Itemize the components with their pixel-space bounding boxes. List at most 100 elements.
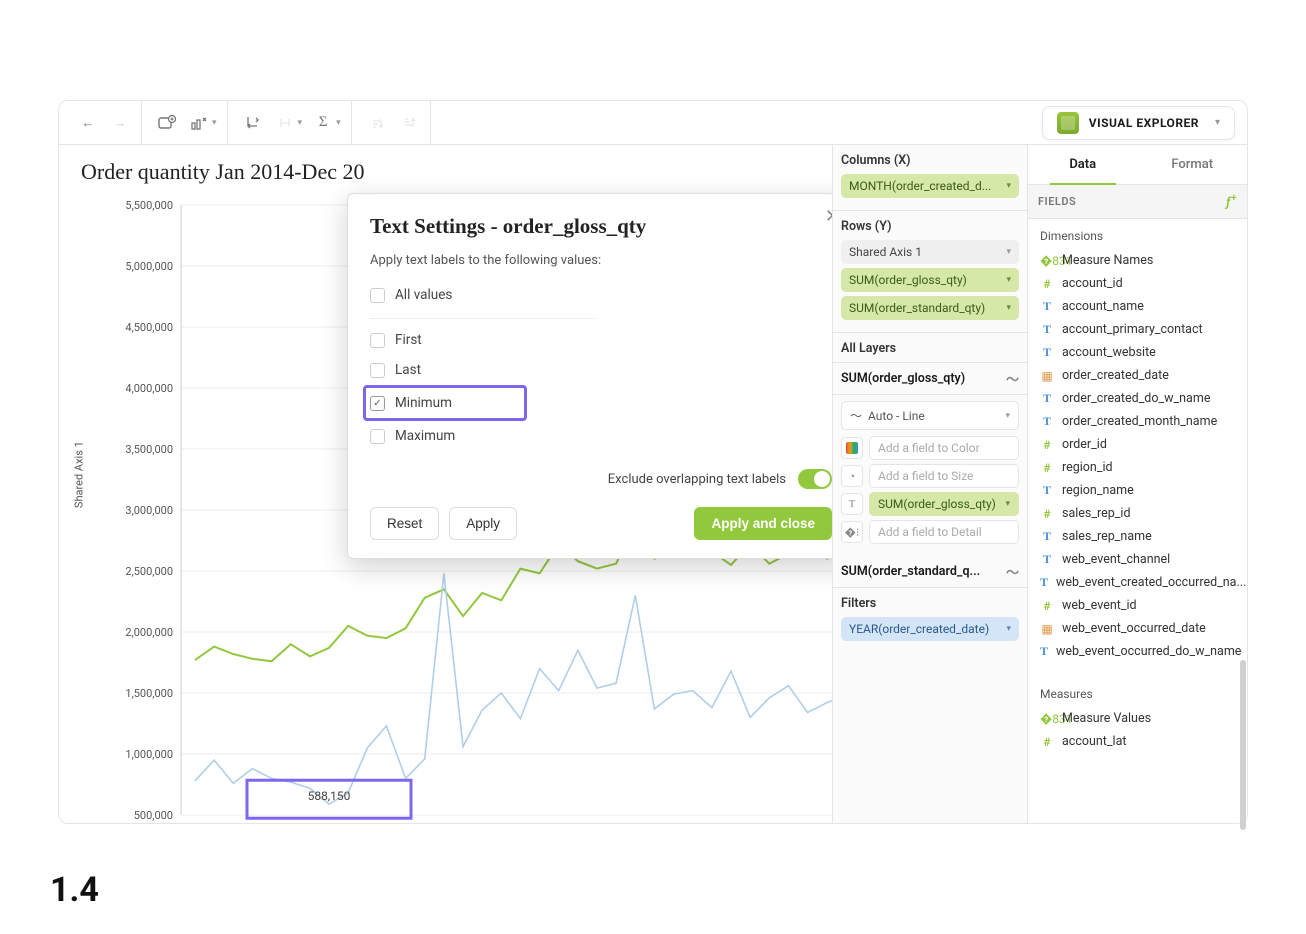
reset-button[interactable]: Reset xyxy=(370,507,439,540)
checkbox-minimum-highlight: Minimum xyxy=(363,385,527,421)
visual-explorer-button[interactable]: VISUAL EXPLORER ▾ xyxy=(1042,106,1235,140)
modal-subtitle: Apply text labels to the following value… xyxy=(370,253,832,268)
apply-button[interactable]: Apply xyxy=(449,507,517,540)
fit-icon[interactable] xyxy=(270,108,300,138)
checkbox-all-values[interactable]: All values xyxy=(370,280,595,310)
sort-asc-icon[interactable] xyxy=(362,108,392,138)
field-order_created_month_name[interactable]: Torder_created_month_name xyxy=(1028,410,1247,433)
rows-title: Rows (Y) xyxy=(841,219,1019,234)
checkbox-last[interactable]: Last xyxy=(370,355,832,385)
field-account_lat[interactable]: #account_lat xyxy=(1028,730,1247,753)
forward-button[interactable]: → xyxy=(105,108,135,138)
step-label: 1.4 xyxy=(50,870,99,910)
field-account_website[interactable]: Taccount_website xyxy=(1028,341,1247,364)
svg-text:500,000: 500,000 xyxy=(134,809,173,822)
svg-text:588,150: 588,150 xyxy=(308,789,351,803)
field-account_primary_contact[interactable]: Taccount_primary_contact xyxy=(1028,318,1247,341)
svg-text:2,000,000: 2,000,000 xyxy=(125,626,173,639)
field-sales_rep_id[interactable]: #sales_rep_id xyxy=(1028,502,1247,525)
tab-data[interactable]: Data xyxy=(1028,145,1138,184)
row-pill-2[interactable]: SUM(order_standard_qty)▾ xyxy=(841,296,1019,320)
line-chart-icon-2: 〜 xyxy=(1006,562,1019,581)
field-web_event_id[interactable]: #web_event_id xyxy=(1028,594,1247,617)
chart-type-caret[interactable]: ▾ xyxy=(212,118,217,128)
visual-explorer-caret: ▾ xyxy=(1215,117,1220,128)
layer-1[interactable]: SUM(order_gloss_qty) 〜 xyxy=(833,363,1027,395)
sigma-icon[interactable]: Σ xyxy=(308,108,338,138)
sort-desc-icon[interactable] xyxy=(394,108,424,138)
visual-explorer-label: VISUAL EXPLORER xyxy=(1089,116,1199,130)
line-icon: 〜 xyxy=(850,407,862,424)
field-Measure Values[interactable]: �831Measure Values xyxy=(1028,707,1247,730)
exclude-overlap-label: Exclude overlapping text labels xyxy=(608,472,786,487)
field-Measure Names[interactable]: �831Measure Names xyxy=(1028,249,1247,272)
checkbox-first[interactable]: First xyxy=(370,325,832,355)
text-shelf-icon: T xyxy=(841,493,863,515)
chart-area: Order quantity Jan 2014-Dec 20 Shared Ax… xyxy=(59,145,832,823)
line-chart-icon: 〜 xyxy=(1006,369,1019,388)
sigma-caret[interactable]: ▾ xyxy=(336,118,341,128)
measures-heading: Measures xyxy=(1028,677,1247,707)
checkbox-last-label: Last xyxy=(395,362,421,378)
columns-title: Columns (X) xyxy=(841,153,1019,168)
text-settings-modal: ✕ Text Settings - order_gloss_qty Apply … xyxy=(347,193,832,559)
size-shelf[interactable]: Add a field to Size xyxy=(869,464,1019,488)
layer-2[interactable]: SUM(order_standard_q... 〜 xyxy=(833,556,1027,588)
close-icon[interactable]: ✕ xyxy=(825,208,832,226)
field-account_id[interactable]: #account_id xyxy=(1028,272,1247,295)
color-shelf[interactable]: Add a field to Color xyxy=(869,436,1019,460)
text-shelf[interactable]: SUM(order_gloss_qty)▾ xyxy=(869,492,1019,516)
data-panel: Data Format FIELDS ƒ+ Dimensions �831Mea… xyxy=(1027,145,1247,823)
field-order_created_do_w_name[interactable]: Torder_created_do_w_name xyxy=(1028,387,1247,410)
size-shelf-icon: ◔ xyxy=(841,465,863,487)
add-calculated-field-icon[interactable]: ƒ+ xyxy=(1226,193,1237,210)
row-pill-1[interactable]: SUM(order_gloss_qty)▾ xyxy=(841,268,1019,292)
chart-title: Order quantity Jan 2014-Dec 20 xyxy=(81,159,832,185)
exclude-overlap-toggle[interactable] xyxy=(798,469,832,489)
mark-type-select[interactable]: 〜Auto - Line ▾ xyxy=(841,401,1019,430)
checkbox-minimum-label: Minimum xyxy=(395,395,452,411)
scrollbar-thumb[interactable] xyxy=(1240,660,1246,830)
swap-axes-icon[interactable] xyxy=(238,108,268,138)
svg-text:3,500,000: 3,500,000 xyxy=(125,443,173,456)
field-order_id[interactable]: #order_id xyxy=(1028,433,1247,456)
detail-shelf-icon: �⁝ xyxy=(841,521,863,543)
svg-text:5,000,000: 5,000,000 xyxy=(125,260,173,273)
color-shelf-icon xyxy=(841,437,863,459)
field-web_event_occurred_date[interactable]: ▦web_event_occurred_date xyxy=(1028,617,1247,640)
checkbox-maximum[interactable]: Maximum xyxy=(370,421,832,451)
chart-type-icon[interactable] xyxy=(184,108,214,138)
field-web_event_occurred_do_w_name[interactable]: Tweb_event_occurred_do_w_name xyxy=(1028,640,1247,663)
tab-format[interactable]: Format xyxy=(1138,145,1248,184)
fields-header: FIELDS xyxy=(1038,195,1076,208)
svg-text:3,000,000: 3,000,000 xyxy=(125,504,173,517)
back-button[interactable]: ← xyxy=(73,108,103,138)
field-region_id[interactable]: #region_id xyxy=(1028,456,1247,479)
config-panel: Columns (X) MONTH(order_created_d...▾ Ro… xyxy=(832,145,1027,823)
modal-title: Text Settings - order_gloss_qty xyxy=(370,214,832,239)
filter-pill[interactable]: YEAR(order_created_date)▾ xyxy=(841,617,1019,641)
field-order_created_date[interactable]: ▦order_created_date xyxy=(1028,364,1247,387)
field-region_name[interactable]: Tregion_name xyxy=(1028,479,1247,502)
field-sales_rep_name[interactable]: Tsales_rep_name xyxy=(1028,525,1247,548)
dimensions-heading: Dimensions xyxy=(1028,219,1247,249)
checkbox-minimum[interactable]: Minimum xyxy=(370,392,514,414)
filters-title: Filters xyxy=(841,596,1019,611)
field-web_event_channel[interactable]: Tweb_event_channel xyxy=(1028,548,1247,571)
svg-text:4,500,000: 4,500,000 xyxy=(125,321,173,334)
svg-text:1,500,000: 1,500,000 xyxy=(125,687,173,700)
field-web_event_created_occurred_na...[interactable]: Tweb_event_created_occurred_na... xyxy=(1028,571,1247,594)
apply-close-button[interactable]: Apply and close xyxy=(694,507,832,540)
add-view-icon[interactable] xyxy=(152,108,182,138)
shared-axis-pill[interactable]: Shared Axis 1▾ xyxy=(841,240,1019,264)
toolbar: ← → ▾ ▾ Σ ▾ xyxy=(59,101,1247,145)
checkbox-first-label: First xyxy=(395,332,422,348)
checkbox-maximum-label: Maximum xyxy=(395,428,455,444)
field-account_name[interactable]: Taccount_name xyxy=(1028,295,1247,318)
columns-pill[interactable]: MONTH(order_created_d...▾ xyxy=(841,174,1019,198)
checkbox-all-label: All values xyxy=(395,287,452,303)
app-frame: ← → ▾ ▾ Σ ▾ xyxy=(58,100,1248,824)
detail-shelf[interactable]: Add a field to Detail xyxy=(869,520,1019,544)
y-axis-title: Shared Axis 1 xyxy=(73,441,86,508)
all-layers-title: All Layers xyxy=(841,341,1019,356)
